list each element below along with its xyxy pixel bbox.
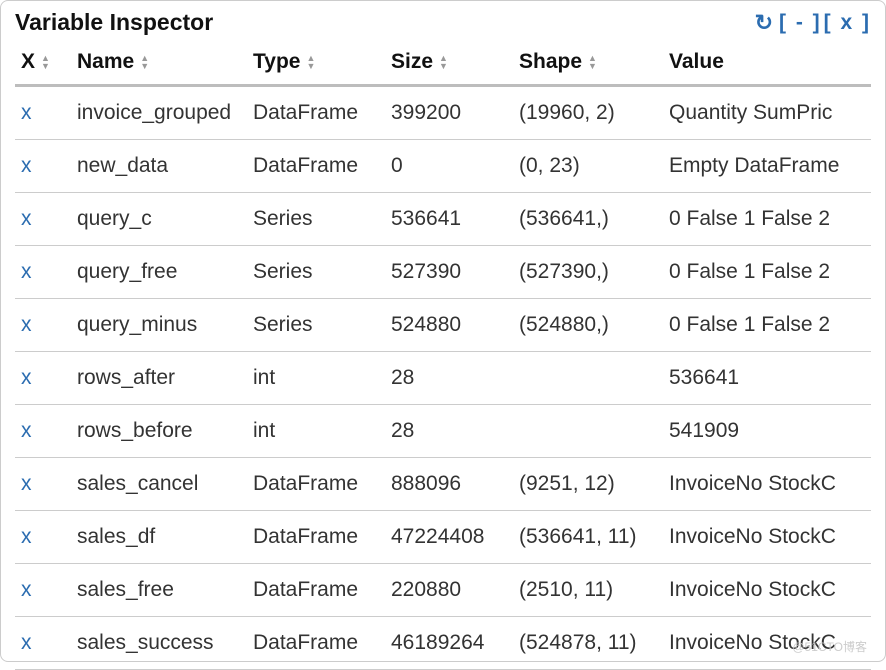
cell-name: sales_df — [71, 511, 247, 564]
cell-type: int — [247, 352, 385, 405]
cell-name: rows_after — [71, 352, 247, 405]
cell-value: 536641 — [663, 352, 871, 405]
table-row: xquery_cSeries536641(536641,)0 False 1 F… — [15, 193, 871, 246]
cell-name: query_c — [71, 193, 247, 246]
cell-size: 888096 — [385, 458, 513, 511]
cell-type: Series — [247, 246, 385, 299]
table-row: xsales_freeDataFrame220880(2510, 11)Invo… — [15, 564, 871, 617]
cell-name: query_minus — [71, 299, 247, 352]
table-row: xquery_minusSeries524880(524880,)0 False… — [15, 299, 871, 352]
column-header-x[interactable]: X — [15, 42, 71, 86]
cell-name: invoice_grouped — [71, 86, 247, 140]
cell-value: 0 False 1 False 2 — [663, 299, 871, 352]
cell-type: DataFrame — [247, 458, 385, 511]
table-row: xrows_afterint28 536641 — [15, 352, 871, 405]
cell-shape — [513, 405, 663, 458]
delete-variable-button[interactable]: x — [15, 86, 71, 140]
panel-title: Variable Inspector — [15, 9, 213, 36]
variables-table: X Name Type Size Shape Value xinvoice_gr… — [15, 42, 871, 670]
cell-size: 28 — [385, 405, 513, 458]
cell-shape: (536641,) — [513, 193, 663, 246]
cell-shape: (9251, 12) — [513, 458, 663, 511]
cell-size: 527390 — [385, 246, 513, 299]
sort-icon — [306, 54, 315, 70]
cell-value: 0 False 1 False 2 — [663, 246, 871, 299]
column-header-size[interactable]: Size — [385, 42, 513, 86]
table-row: xrows_beforeint28 541909 — [15, 405, 871, 458]
cell-size: 0 — [385, 140, 513, 193]
table-row: xnew_dataDataFrame0(0, 23)Empty DataFram… — [15, 140, 871, 193]
cell-shape: (536641, 11) — [513, 511, 663, 564]
cell-shape: (524880,) — [513, 299, 663, 352]
cell-name: rows_before — [71, 405, 247, 458]
cell-value: Quantity SumPric — [663, 86, 871, 140]
panel-controls: ↻ [ - ] [ x ] — [753, 10, 871, 36]
delete-variable-button[interactable]: x — [15, 405, 71, 458]
cell-shape: (19960, 2) — [513, 86, 663, 140]
cell-type: int — [247, 405, 385, 458]
delete-variable-button[interactable]: x — [15, 352, 71, 405]
panel-header: Variable Inspector ↻ [ - ] [ x ] — [15, 9, 871, 42]
column-header-shape[interactable]: Shape — [513, 42, 663, 86]
cell-shape: (2510, 11) — [513, 564, 663, 617]
cell-shape — [513, 352, 663, 405]
cell-size: 47224408 — [385, 511, 513, 564]
cell-value: InvoiceNo StockC — [663, 564, 871, 617]
table-header-row: X Name Type Size Shape Value — [15, 42, 871, 86]
cell-name: query_free — [71, 246, 247, 299]
cell-size: 399200 — [385, 86, 513, 140]
table-row: xquery_freeSeries527390(527390,)0 False … — [15, 246, 871, 299]
cell-type: DataFrame — [247, 564, 385, 617]
cell-name: sales_free — [71, 564, 247, 617]
cell-type: DataFrame — [247, 511, 385, 564]
delete-variable-button[interactable]: x — [15, 458, 71, 511]
column-header-type[interactable]: Type — [247, 42, 385, 86]
table-row: xinvoice_groupedDataFrame399200(19960, 2… — [15, 86, 871, 140]
sort-icon — [588, 54, 597, 70]
delete-variable-button[interactable]: x — [15, 299, 71, 352]
variable-inspector-panel: Variable Inspector ↻ [ - ] [ x ] X Name … — [0, 0, 886, 662]
table-row: xsales_dfDataFrame47224408(536641, 11)In… — [15, 511, 871, 564]
cell-value: 541909 — [663, 405, 871, 458]
cell-shape: (0, 23) — [513, 140, 663, 193]
close-button[interactable]: [ x ] — [824, 11, 871, 35]
sort-icon — [439, 54, 448, 70]
column-header-value[interactable]: Value — [663, 42, 871, 86]
delete-variable-button[interactable]: x — [15, 140, 71, 193]
delete-variable-button[interactable]: x — [15, 193, 71, 246]
cell-value: InvoiceNo StockC — [663, 458, 871, 511]
cell-size: 524880 — [385, 299, 513, 352]
cell-name: sales_cancel — [71, 458, 247, 511]
cell-type: Series — [247, 299, 385, 352]
cell-size: 220880 — [385, 564, 513, 617]
cell-type: DataFrame — [247, 140, 385, 193]
sort-icon — [140, 54, 149, 70]
delete-variable-button[interactable]: x — [15, 564, 71, 617]
column-header-name[interactable]: Name — [71, 42, 247, 86]
cell-name: new_data — [71, 140, 247, 193]
delete-variable-button[interactable]: x — [15, 246, 71, 299]
delete-variable-button[interactable]: x — [15, 511, 71, 564]
sort-icon — [41, 54, 50, 70]
cell-value: InvoiceNo StockC — [663, 511, 871, 564]
cell-size: 536641 — [385, 193, 513, 246]
cell-value: 0 False 1 False 2 — [663, 193, 871, 246]
collapse-button[interactable]: [ - ] — [779, 11, 822, 35]
reload-icon[interactable]: ↻ — [755, 10, 775, 36]
cell-value: Empty DataFrame — [663, 140, 871, 193]
cell-type: Series — [247, 193, 385, 246]
cell-type: DataFrame — [247, 86, 385, 140]
table-row: xsales_cancelDataFrame888096(9251, 12)In… — [15, 458, 871, 511]
cell-size: 28 — [385, 352, 513, 405]
cell-shape: (527390,) — [513, 246, 663, 299]
